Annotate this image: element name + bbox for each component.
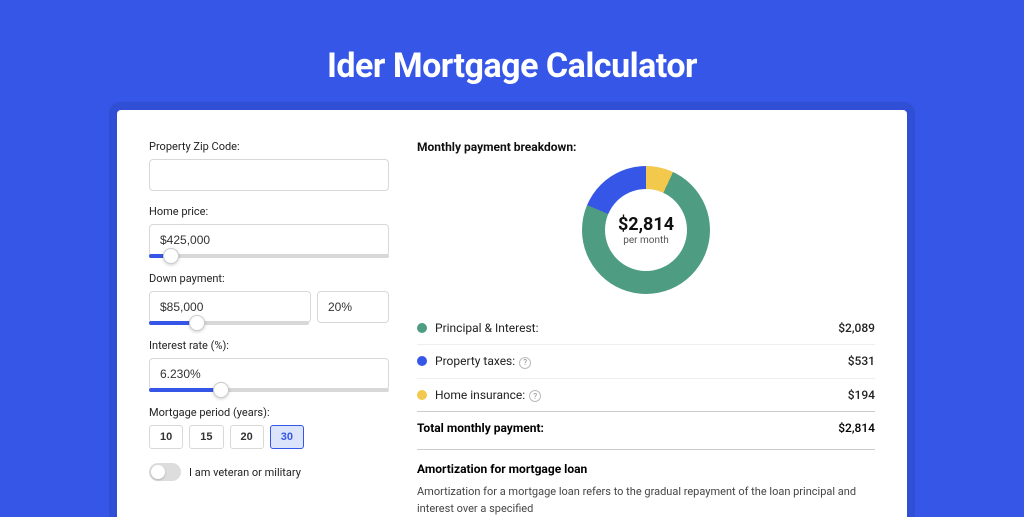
page-title: Ider Mortgage Calculator — [0, 0, 1024, 110]
legend-dot-icon — [417, 390, 427, 400]
period-button-20[interactable]: 20 — [230, 425, 264, 449]
donut-total-sub: per month — [618, 235, 674, 246]
legend-dot-icon — [417, 323, 427, 333]
zip-input[interactable] — [149, 159, 389, 191]
breakdown-donut-chart: $2,814 per month — [582, 166, 710, 294]
amortization-text: Amortization for a mortgage loan refers … — [417, 484, 875, 517]
legend-value: $2,089 — [838, 321, 875, 335]
down-payment-pct-input[interactable] — [317, 291, 389, 323]
donut-total-value: $2,814 — [618, 214, 674, 235]
legend-row: Home insurance:?$194 — [417, 379, 875, 413]
veteran-label: I am veteran or military — [189, 466, 301, 479]
legend-value: $531 — [848, 354, 875, 368]
period-button-10[interactable]: 10 — [149, 425, 183, 449]
down-payment-input[interactable] — [149, 291, 311, 323]
down-payment-slider[interactable] — [149, 321, 309, 325]
veteran-toggle[interactable] — [149, 463, 181, 481]
info-icon[interactable]: ? — [519, 357, 531, 369]
total-value: $2,814 — [838, 421, 875, 435]
legend-row: Principal & Interest:$2,089 — [417, 312, 875, 345]
amortization-title: Amortization for mortgage loan — [417, 462, 875, 476]
total-row: Total monthly payment: $2,814 — [417, 412, 875, 450]
legend-label: Property taxes:? — [435, 354, 848, 369]
slider-thumb-icon[interactable] — [163, 248, 179, 264]
legend-label: Home insurance:? — [435, 388, 848, 403]
info-icon[interactable]: ? — [529, 390, 541, 402]
calculator-card: Property Zip Code: Home price: Down paym… — [117, 110, 907, 517]
home-price-input[interactable] — [149, 224, 389, 256]
period-options: 1015 2030 — [149, 425, 389, 449]
legend-list: Principal & Interest:$2,089Property taxe… — [417, 312, 875, 412]
period-button-15[interactable]: 15 — [189, 425, 223, 449]
interest-label: Interest rate (%): — [149, 339, 389, 352]
interest-slider[interactable] — [149, 388, 389, 392]
legend-label: Principal & Interest: — [435, 321, 838, 335]
total-label: Total monthly payment: — [417, 421, 838, 435]
slider-thumb-icon[interactable] — [213, 382, 229, 398]
legend-value: $194 — [848, 388, 875, 402]
form-column: Property Zip Code: Home price: Down paym… — [149, 140, 389, 517]
down-payment-label: Down payment: — [149, 272, 389, 285]
period-label: Mortgage period (years): — [149, 406, 389, 419]
slider-thumb-icon[interactable] — [189, 315, 205, 331]
result-column: Monthly payment breakdown: $2,814 per mo… — [417, 140, 875, 517]
period-button-30[interactable]: 30 — [270, 425, 304, 449]
home-price-label: Home price: — [149, 205, 389, 218]
legend-row: Property taxes:?$531 — [417, 345, 875, 379]
interest-input[interactable] — [149, 358, 389, 390]
zip-label: Property Zip Code: — [149, 140, 389, 153]
legend-dot-icon — [417, 356, 427, 366]
home-price-slider[interactable] — [149, 254, 389, 258]
breakdown-title: Monthly payment breakdown: — [417, 140, 875, 154]
